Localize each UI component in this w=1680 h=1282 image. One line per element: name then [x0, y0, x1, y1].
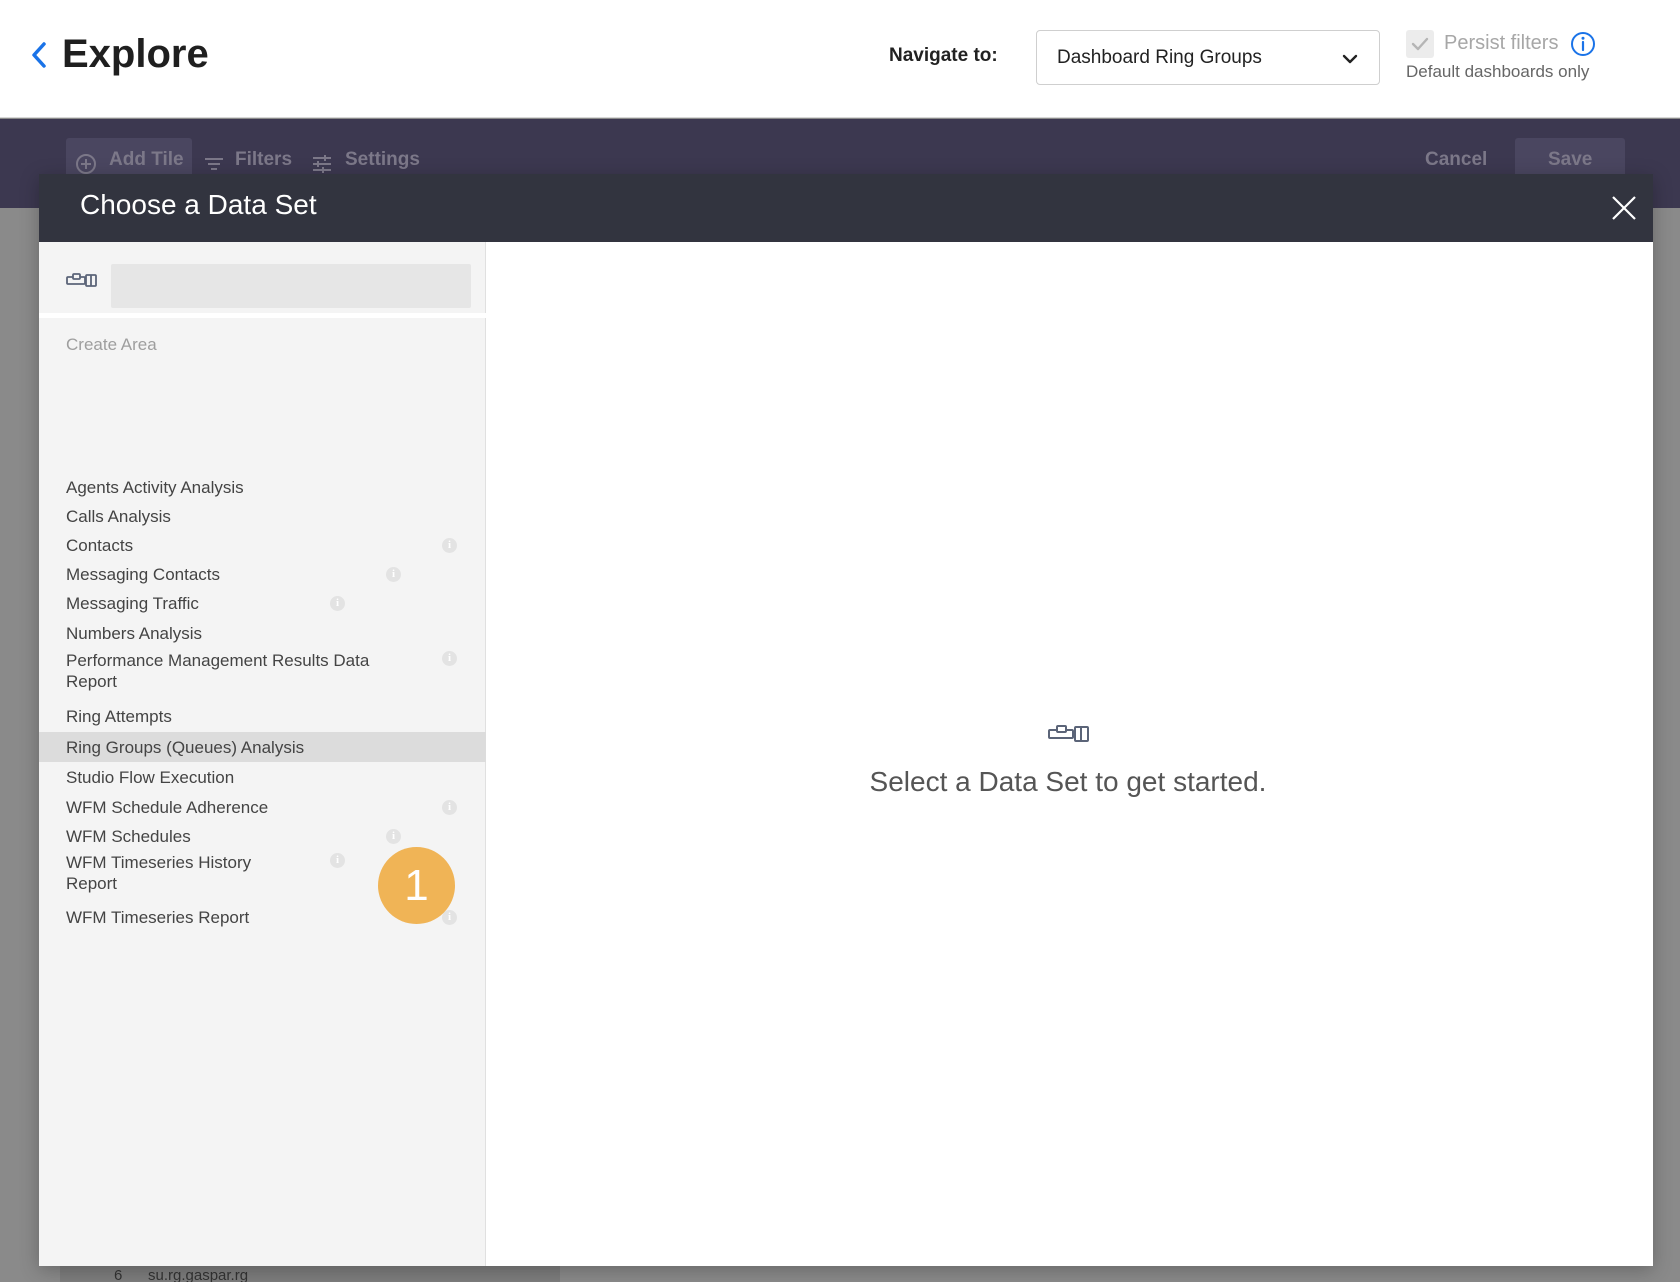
data-set-item[interactable]: Contacts i — [39, 530, 486, 560]
binoculars-icon — [1048, 725, 1089, 742]
step-badge: 1 — [378, 847, 455, 924]
info-icon[interactable]: i — [386, 567, 401, 582]
empty-state-text: Select a Data Set to get started. — [869, 766, 1267, 797]
info-icon[interactable] — [1570, 31, 1596, 57]
data-set-item-label: Calls Analysis — [66, 507, 171, 526]
info-icon[interactable]: i — [442, 538, 457, 553]
persist-filters-checkbox[interactable] — [1406, 30, 1434, 58]
data-set-sidebar: Create Area Agents Activity Analysis Call… — [39, 242, 486, 1266]
search-area — [39, 242, 486, 318]
filter-icon[interactable] — [202, 152, 226, 176]
modal-header: Choose a Data Set — [39, 174, 1653, 242]
cancel-button[interactable]: Cancel — [1425, 149, 1487, 171]
background-row-number: 6 — [114, 1267, 123, 1282]
chevron-down-icon — [1342, 54, 1358, 64]
data-set-item-label: WFM Timeseries History Report — [66, 853, 252, 893]
modal-title: Choose a Data Set — [80, 189, 317, 220]
check-icon — [1411, 37, 1429, 51]
data-set-item[interactable]: Messaging Traffic i — [39, 588, 486, 618]
data-set-item-label: WFM Schedules — [66, 827, 191, 846]
persist-filters-label: Persist filters — [1444, 32, 1559, 54]
navigate-select[interactable]: Dashboard Ring Groups — [1036, 30, 1380, 85]
info-icon[interactable]: i — [442, 800, 457, 815]
data-set-item-label: Messaging Traffic — [66, 594, 199, 613]
data-set-item-label: Studio Flow Execution — [66, 768, 235, 787]
binoculars-icon — [66, 273, 97, 287]
info-icon[interactable]: i — [330, 596, 345, 611]
close-icon[interactable] — [1609, 193, 1639, 223]
data-set-item[interactable]: Calls Analysis — [39, 501, 486, 531]
data-set-item[interactable]: Performance Management Results Data Repo… — [39, 648, 486, 698]
background-row-text: su.rg.gaspar.rg — [148, 1267, 249, 1282]
chevron-left-icon[interactable] — [28, 38, 50, 72]
settings-button[interactable]: Settings — [345, 149, 420, 171]
data-set-item-label: Messaging Contacts — [66, 565, 221, 584]
navigate-select-value: Dashboard Ring Groups — [1057, 47, 1262, 68]
add-tile-label: Add Tile — [109, 149, 184, 170]
section-label: Create Area — [66, 335, 157, 354]
page-title: Explore — [62, 32, 209, 76]
info-icon[interactable]: i — [386, 829, 401, 844]
filters-button[interactable]: Filters — [235, 149, 292, 171]
top-header: Explore Navigate to: Dashboard Ring Grou… — [0, 0, 1680, 118]
data-set-item[interactable]: Agents Activity Analysis — [39, 472, 486, 502]
info-icon[interactable]: i — [330, 853, 345, 868]
data-set-item[interactable]: Ring Groups (Queues) Analysis — [39, 732, 486, 762]
plus-circle-icon — [76, 154, 96, 174]
choose-data-set-modal: Choose a Data Set Create Area Agents Act… — [39, 174, 1653, 1266]
data-set-item[interactable]: Ring Attempts — [39, 702, 486, 730]
data-set-item[interactable]: Messaging Contacts i — [39, 559, 486, 589]
info-icon[interactable]: i — [442, 651, 457, 666]
data-set-item-label: Contacts — [66, 536, 134, 555]
data-set-item[interactable]: WFM Schedule Adherence i — [39, 792, 486, 822]
persist-filters-subtext: Default dashboards only — [1406, 62, 1590, 81]
info-icon[interactable]: i — [442, 910, 457, 925]
search-input[interactable] — [111, 264, 471, 308]
data-set-item-label: WFM Schedule Adherence — [66, 798, 269, 817]
data-set-item-label: Ring Attempts — [66, 707, 172, 726]
data-set-item-label: Agents Activity Analysis — [66, 478, 244, 497]
data-set-item-label: Numbers Analysis — [66, 624, 203, 643]
data-set-item-label: Performance Management Results Data Repo… — [66, 651, 370, 691]
data-set-item[interactable]: Numbers Analysis — [39, 619, 486, 647]
data-set-item-label: Ring Groups (Queues) Analysis — [66, 738, 305, 757]
settings-sliders-icon[interactable] — [310, 152, 334, 176]
data-set-item[interactable]: Studio Flow Execution — [39, 762, 486, 792]
save-label: Save — [1548, 149, 1593, 170]
navigate-label: Navigate to: — [889, 45, 998, 66]
